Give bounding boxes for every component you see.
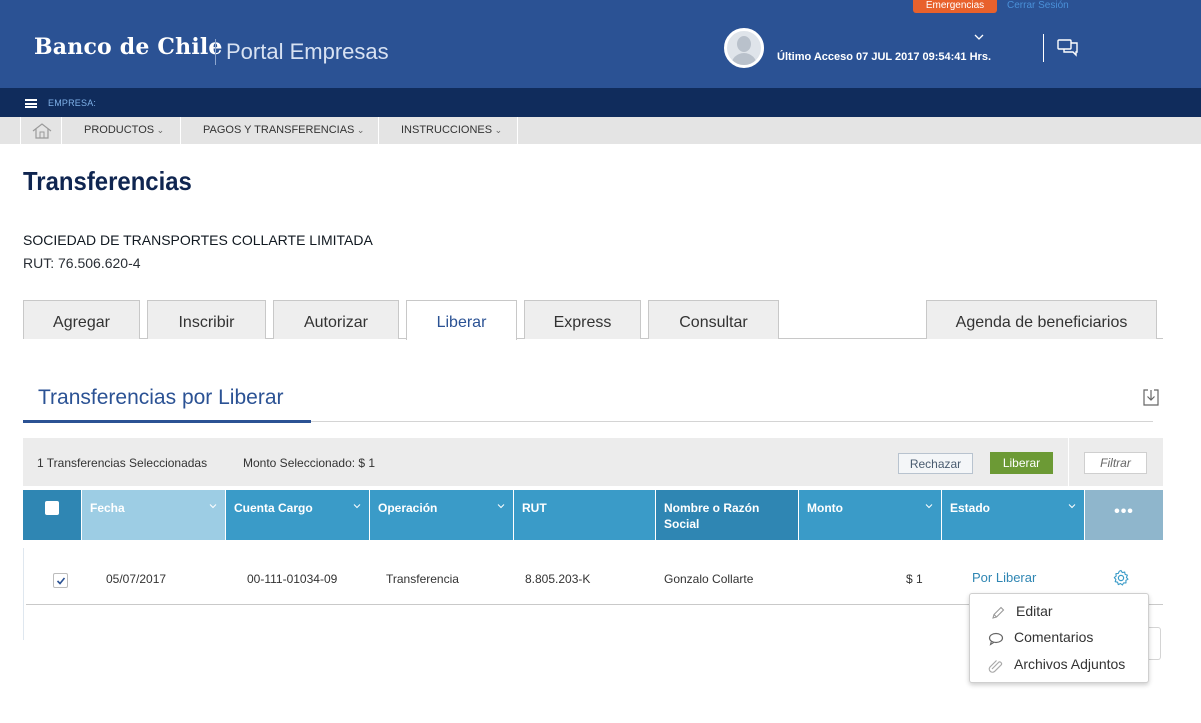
column-header-label: Estado (950, 501, 991, 515)
status-badge[interactable]: Por Liberar (972, 570, 1036, 585)
emergency-button[interactable]: Emergencias (913, 0, 997, 13)
company-name: SOCIEDAD DE TRANSPORTES COLLARTE LIMITAD… (23, 232, 373, 248)
row-left-border (23, 548, 24, 640)
nav-productos[interactable]: PRODUCTOS ⌄ (62, 117, 181, 144)
column-header-label: Fecha (90, 501, 125, 515)
column-header-estado[interactable]: Estado (942, 490, 1085, 540)
company-bar: EMPRESA: (0, 88, 1201, 117)
chat-icon[interactable] (1057, 38, 1079, 58)
brand-logo[interactable]: Banco de Chile (34, 34, 223, 60)
column-header-rut[interactable]: RUT (514, 490, 656, 540)
row-checkbox[interactable] (53, 573, 68, 588)
chevron-down-icon: ⌄ (492, 125, 503, 135)
section-title: Transferencias por Liberar (38, 386, 284, 409)
pencil-icon (992, 606, 1005, 619)
cell-rut: 8.805.203-K (525, 572, 591, 586)
menu-item-label: Comentarios (1014, 629, 1094, 645)
chevron-down-icon (497, 504, 505, 509)
avatar-body-shape (731, 53, 757, 65)
selected-count: 1 Transferencias Seleccionadas (37, 456, 208, 470)
chevron-down-icon: ⌄ (354, 125, 365, 135)
company-label: EMPRESA: (48, 98, 97, 108)
avatar-head-shape (737, 36, 751, 52)
tab-agregar[interactable]: Agregar (23, 300, 140, 339)
company-rut: RUT: 76.506.620-4 (23, 255, 141, 271)
nav-pagos-transferencias[interactable]: PAGOS Y TRANSFERENCIAS ⌄ (181, 117, 379, 144)
tab-inscribir[interactable]: Inscribir (147, 300, 266, 339)
menu-item-label: Archivos Adjuntos (1014, 656, 1126, 672)
more-options-button[interactable]: ••• (1085, 490, 1163, 540)
toolbar-divider (1068, 438, 1069, 486)
cell-nombre: Gonzalo Collarte (664, 572, 754, 586)
row-actions-menu: Editar Comentarios Archivos Adjuntos (969, 593, 1149, 683)
column-header-label: RUT (522, 501, 547, 515)
last-access-text: Último Acceso 07 JUL 2017 09:54:41 Hrs. (777, 51, 992, 63)
table-header: Fecha Cuenta Cargo Operación RUT Nombre … (23, 490, 1163, 540)
column-header-label: Cuenta Cargo (234, 501, 313, 515)
portal-name: Portal Empresas (226, 39, 389, 64)
select-all-header (23, 490, 82, 540)
select-all-checkbox[interactable] (45, 501, 59, 515)
reject-button[interactable]: Rechazar (898, 453, 973, 474)
nav-instrucciones[interactable]: INSTRUCCIONES ⌄ (379, 117, 518, 144)
column-header-fecha[interactable]: Fecha (82, 490, 226, 540)
filter-input[interactable]: Filtrar (1084, 452, 1147, 474)
column-header-label: Operación (378, 501, 438, 515)
tab-autorizar[interactable]: Autorizar (273, 300, 399, 339)
column-header-nombre[interactable]: Nombre o Razón Social (656, 490, 799, 540)
table-toolbar: 1 Transferencias Seleccionadas Monto Sel… (23, 438, 1163, 486)
menu-item-label: Editar (1016, 603, 1053, 619)
cell-operacion: Transferencia (386, 572, 459, 586)
hamburger-menu-icon[interactable] (25, 99, 37, 108)
main-nav: PRODUCTOS ⌄ PAGOS Y TRANSFERENCIAS ⌄ INS… (0, 117, 1201, 144)
speech-bubble-icon (988, 632, 1004, 646)
home-icon (32, 123, 52, 139)
tab-liberar[interactable]: Liberar (406, 300, 517, 340)
chevron-down-icon[interactable] (974, 32, 984, 42)
gear-icon[interactable] (1112, 569, 1130, 587)
column-header-cuenta-cargo[interactable]: Cuenta Cargo (226, 490, 370, 540)
nav-home[interactable] (20, 117, 62, 144)
selected-amount: Monto Seleccionado: $ 1 (243, 456, 376, 470)
chevron-down-icon (209, 504, 217, 509)
cell-fecha: 05/07/2017 (106, 572, 167, 586)
nav-item-label: PAGOS Y TRANSFERENCIAS (203, 124, 355, 136)
checkmark-icon (56, 577, 66, 585)
page-title: Transferencias (23, 166, 192, 196)
column-header-monto[interactable]: Monto (799, 490, 942, 540)
nav-item-label: INSTRUCCIONES (401, 124, 493, 136)
cell-cuenta-cargo: 00-111-01034-09 (247, 572, 338, 586)
section-active-underline (23, 420, 311, 423)
nav-item-label: PRODUCTOS (84, 124, 155, 136)
chevron-down-icon (1068, 504, 1076, 509)
release-button[interactable]: Liberar (990, 452, 1053, 474)
logout-link[interactable]: Cerrar Sesión (1007, 0, 1069, 11)
column-header-label: Monto (807, 501, 843, 515)
tab-express[interactable]: Express (524, 300, 641, 339)
cell-monto: $ 1 (906, 572, 923, 586)
chevron-down-icon: ⌄ (154, 125, 165, 135)
chevron-down-icon (925, 504, 933, 509)
column-header-label: Nombre o Razón Social (664, 501, 760, 531)
column-header-operacion[interactable]: Operación (370, 490, 514, 540)
tab-agenda-beneficiarios[interactable]: Agenda de beneficiarios (926, 300, 1157, 339)
tab-consultar[interactable]: Consultar (648, 300, 779, 339)
user-avatar[interactable] (724, 28, 764, 68)
paperclip-icon (988, 660, 1003, 673)
header-divider (1043, 34, 1044, 62)
chevron-down-icon (353, 504, 361, 509)
brand-divider (215, 39, 216, 65)
top-header: Emergencias Cerrar Sesión Banco de Chile… (0, 0, 1201, 88)
download-icon[interactable] (1143, 389, 1159, 406)
